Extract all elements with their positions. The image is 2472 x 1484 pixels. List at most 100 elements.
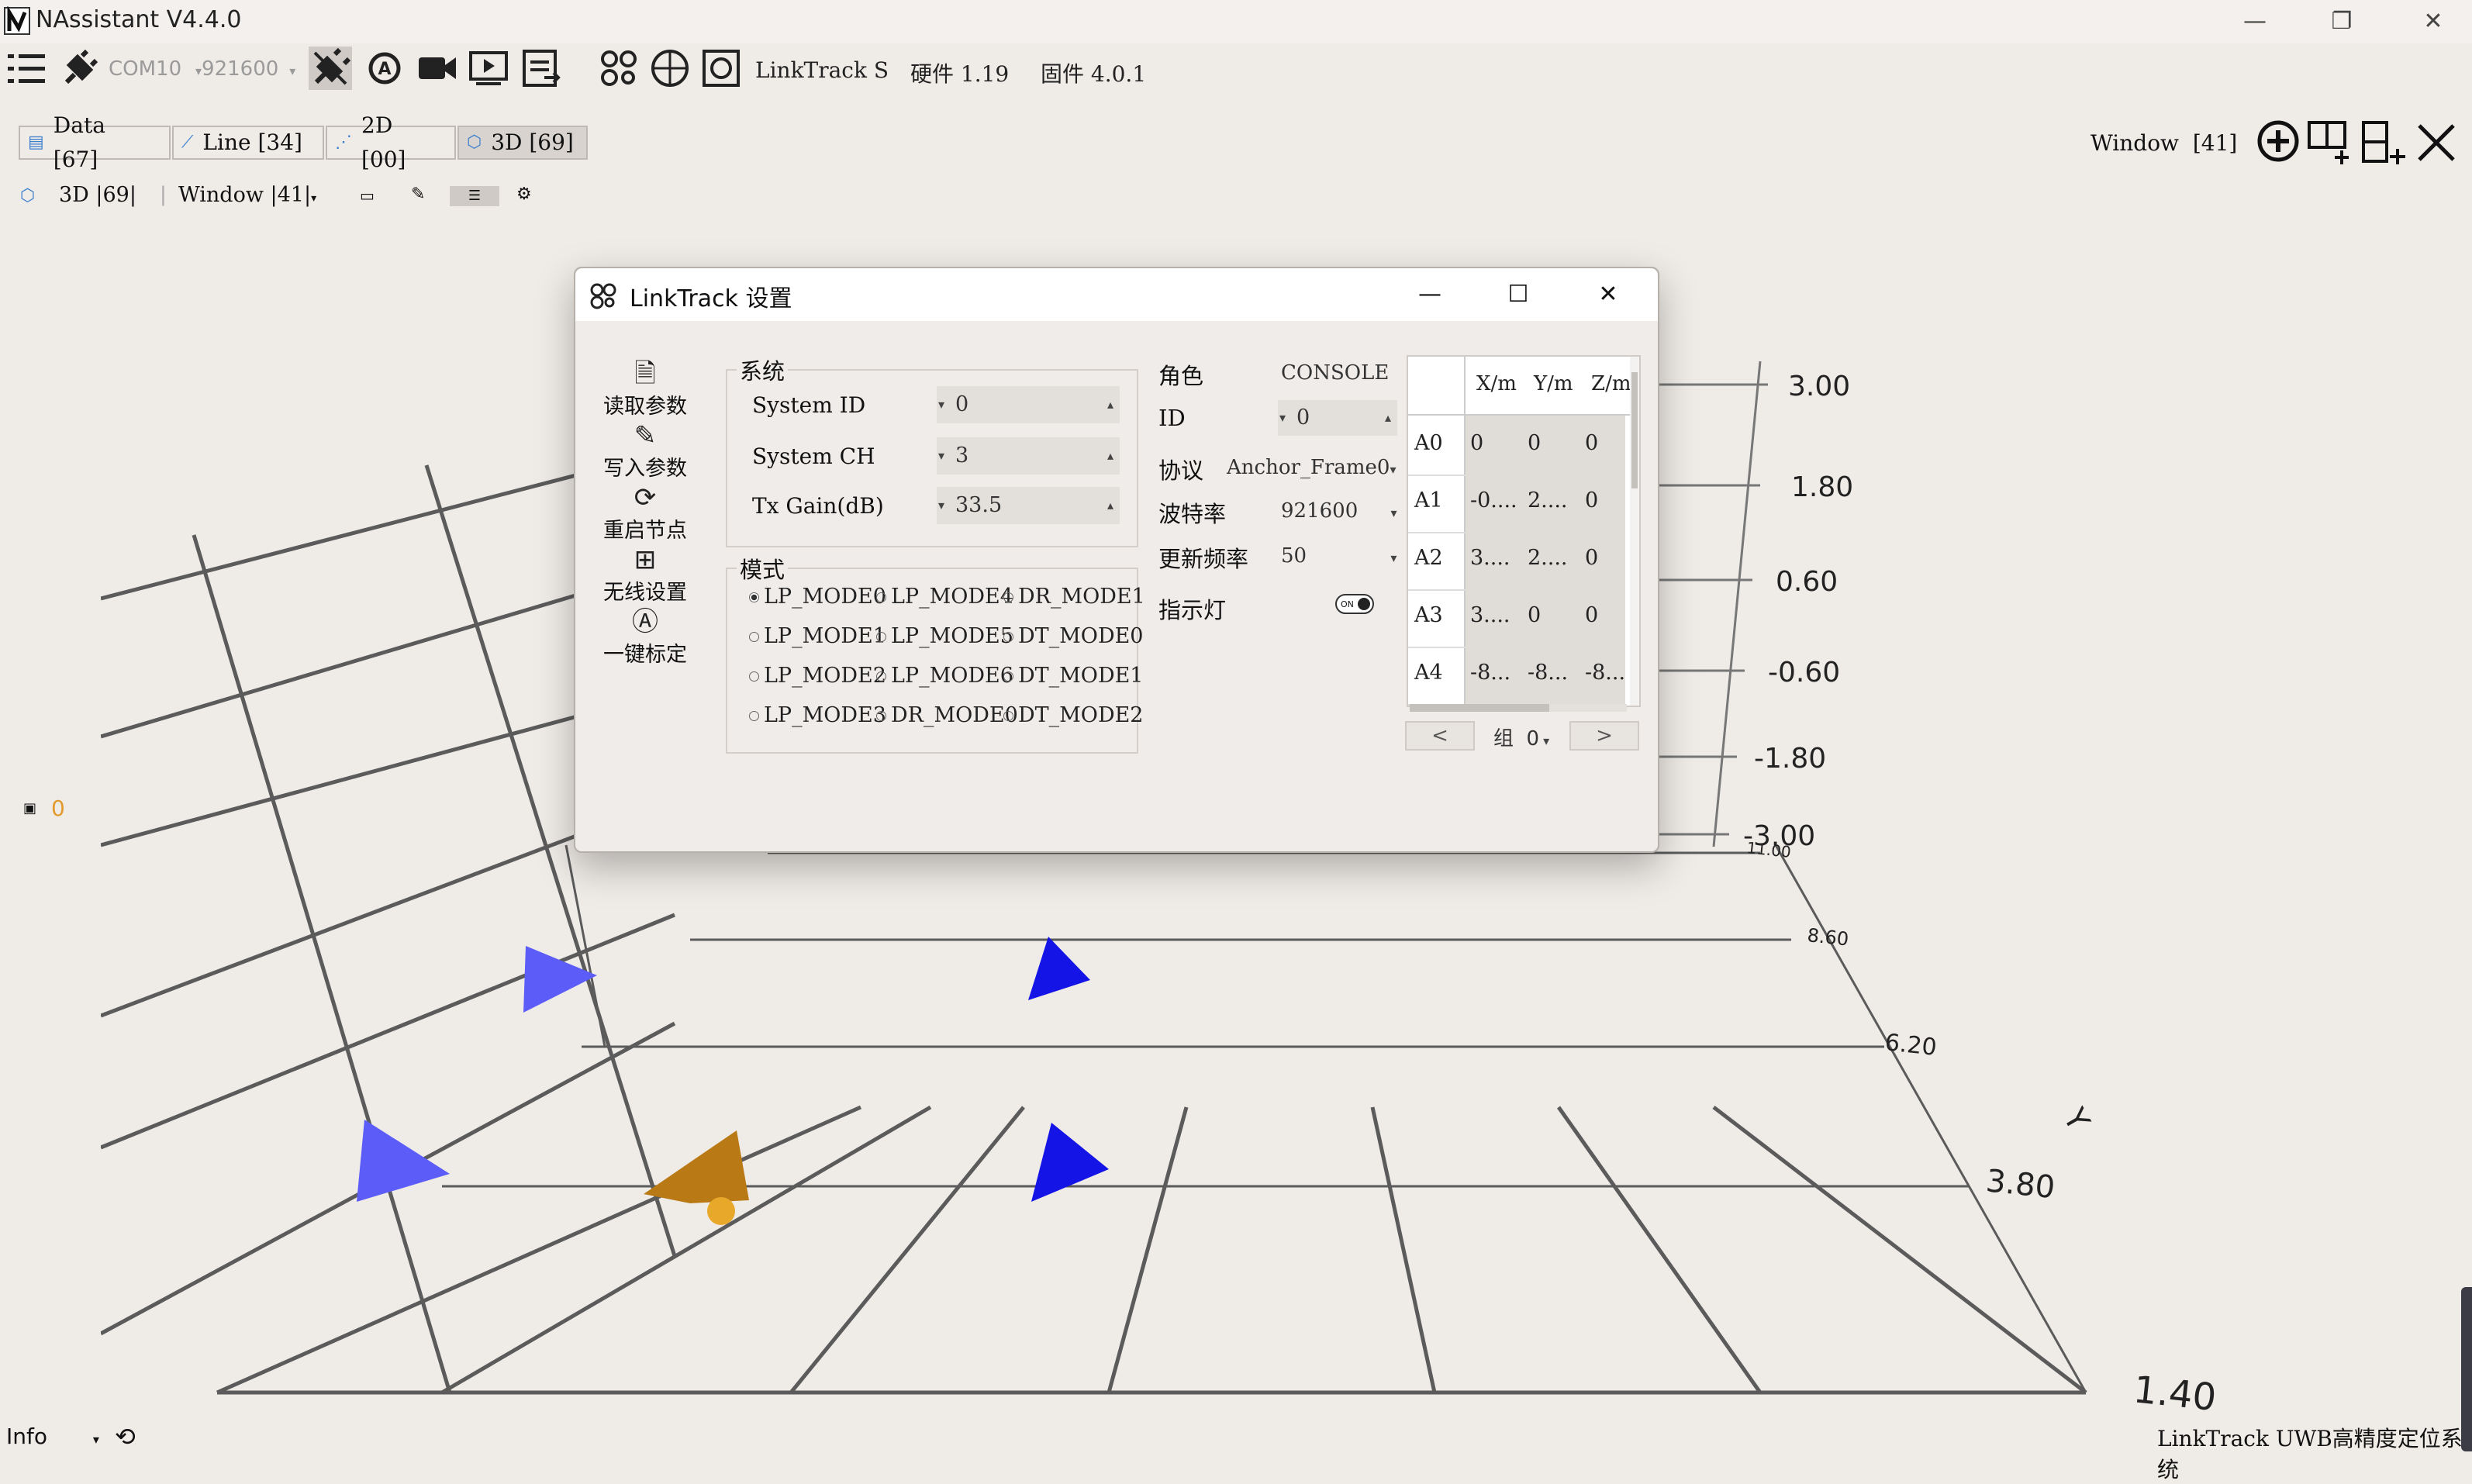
one-key-calibrate-button[interactable]: Ⓐ 一键标定 [591, 606, 699, 668]
update-rate-label: 更新频率 [1158, 546, 1249, 572]
tx-gain-label: Tx Gain(dB) [752, 493, 884, 519]
anchor-table[interactable]: X/m Y/m Z/m A0 0 0 0 A1 -0.... 2.... 0 A2 3.... 2.… [1407, 355, 1641, 707]
dialog-close-button[interactable]: ✕ [1585, 278, 1631, 312]
baud-value: 921600 [202, 57, 279, 81]
side-label: 重启节点 [603, 519, 687, 543]
add-window-icon[interactable] [2256, 119, 2300, 163]
anchor-marker[interactable] [1031, 1123, 1109, 1202]
list-icon[interactable]: ☰ [450, 186, 499, 206]
gear-icon[interactable]: ⚙ [516, 185, 532, 204]
mode-radio[interactable]: LP_MODE2 [749, 664, 886, 688]
mode-radio[interactable]: LP_MODE4 [876, 585, 1013, 609]
legend-marker[interactable]: ▣ [23, 800, 36, 816]
protocol-select[interactable]: Anchor_Frame0▾ [1227, 456, 1397, 479]
tab-data[interactable]: ▤ Data [67] [19, 112, 171, 172]
video-icon[interactable] [416, 47, 459, 90]
write-params-button[interactable]: ✎ 写入参数 [591, 420, 699, 481]
next-group-button[interactable]: > [1569, 721, 1639, 751]
mode-option: DT_MODE1 [1018, 664, 1144, 688]
col-header-z: Z/m [1591, 372, 1631, 395]
plugin-icon[interactable] [57, 47, 101, 90]
cube-icon: ⬡ [20, 186, 36, 205]
minimize-button[interactable]: — [2232, 5, 2278, 39]
settings-grid-icon[interactable] [597, 47, 640, 90]
baud-select[interactable]: ▾921600 ▾ [195, 57, 295, 81]
system-id-value: 0 [955, 392, 969, 416]
y-tick-labels: 11.00 8.60 6.20 3.80 1.40 [1745, 838, 2218, 1411]
mode-radio[interactable]: LP_MODE0 [749, 585, 886, 609]
role-value: CONSOLE [1281, 361, 1390, 385]
port-select[interactable]: COM10 [109, 57, 181, 81]
dialog-title: LinkTrack 设置 [630, 285, 792, 312]
tx-gain-spinbox[interactable]: ▾ 33.5 ▴ [937, 487, 1120, 524]
image-icon[interactable]: ▭ [360, 186, 375, 205]
log-level-select[interactable]: Info ▾ [6, 1424, 99, 1449]
menu-icon[interactable] [5, 47, 48, 90]
mode-radio[interactable]: LP_MODE3 [749, 703, 886, 727]
anchor-marker[interactable] [1028, 937, 1090, 1000]
auto-refresh-icon[interactable]: A [363, 47, 406, 90]
split-vertical-icon[interactable] [2360, 119, 2407, 166]
tab-label: Line [34] [202, 129, 302, 155]
restore-button[interactable]: ❐ [2318, 5, 2365, 39]
window-select[interactable]: Window |41|▾ [178, 183, 316, 207]
system-id-label: System ID [752, 392, 866, 418]
connect-icon[interactable] [309, 47, 352, 90]
export-icon[interactable] [520, 47, 563, 90]
mode-option: LP_MODE3 [764, 703, 886, 727]
close-window-icon[interactable] [2415, 121, 2458, 164]
split-horizontal-icon[interactable] [2306, 119, 2353, 166]
prev-group-button[interactable]: < [1405, 721, 1475, 751]
anchor-marker[interactable] [357, 1120, 450, 1202]
brush-icon[interactable]: ✎ [411, 185, 425, 204]
mode-radio[interactable]: DR_MODE0 [876, 703, 1018, 727]
mode-radio[interactable]: LP_MODE5 [876, 624, 1013, 648]
restart-node-button[interactable]: ⟳ 重启节点 [591, 482, 699, 544]
settings-grid-icon [589, 282, 617, 310]
write-params-icon: ✎ [634, 420, 657, 451]
role-select[interactable]: CONSOLE ▾ [1281, 361, 1416, 385]
cell-z: 0 [1585, 603, 1599, 627]
tab-3d[interactable]: ⬡ 3D [69] [457, 126, 588, 160]
device-config-icon[interactable] [699, 47, 743, 90]
mode-radio[interactable]: DT_MODE0 [1003, 624, 1143, 648]
mode-option: LP_MODE5 [891, 624, 1013, 648]
role-label: 角色 [1158, 363, 1204, 389]
mode-radio[interactable]: DT_MODE1 [1003, 664, 1143, 688]
id-spinbox[interactable]: ▾ 0 ▴ [1278, 400, 1397, 436]
baud-rate-select[interactable]: 921600 ▾ [1281, 499, 1397, 523]
anchor-marker[interactable] [523, 946, 597, 1013]
side-handle[interactable] [2461, 1287, 2472, 1451]
system-ch-spinbox[interactable]: ▾ 3 ▴ [937, 437, 1120, 475]
mode-radio[interactable]: LP_MODE1 [749, 624, 886, 648]
app-logo-icon [3, 5, 31, 36]
playback-icon[interactable] [467, 47, 510, 90]
window-count-label: Window [41] [2090, 130, 2237, 156]
tx-gain-value: 33.5 [955, 493, 1003, 517]
wireless-settings-button[interactable]: ⊞ 无线设置 [591, 544, 699, 606]
row-header: A2 [1414, 546, 1443, 570]
mode-option: LP_MODE0 [764, 585, 886, 609]
side-label: 一键标定 [603, 643, 687, 667]
table-scrollbar[interactable] [1630, 357, 1639, 706]
calibration-icon[interactable] [648, 47, 692, 90]
system-group-title: 系统 [737, 354, 789, 386]
tab-2d[interactable]: ⋰ 2D [00] [326, 112, 456, 172]
update-rate-select[interactable]: 50 ▾ [1281, 544, 1397, 568]
system-id-spinbox[interactable]: ▾ 0 ▴ [937, 386, 1120, 423]
tab-line[interactable]: ⟋ Line [34] [172, 126, 324, 160]
history-icon[interactable]: ⟲ [115, 1422, 136, 1451]
mode-radio[interactable]: DT_MODE2 [1003, 703, 1143, 727]
led-toggle[interactable]: ON [1335, 594, 1374, 614]
read-params-button[interactable]: 🗎 读取参数 [591, 358, 699, 419]
close-button[interactable]: ✕ [2410, 5, 2456, 39]
mode-radio[interactable]: LP_MODE6 [876, 664, 1013, 688]
table-hscrollbar[interactable] [1410, 704, 1627, 712]
cell-x: 0 [1470, 431, 1484, 455]
mode-radio[interactable]: DR_MODE1 [1003, 585, 1145, 609]
group-select[interactable]: 组 0 ▾ [1493, 723, 1549, 751]
view-label[interactable]: 3D |69| [59, 183, 136, 207]
dialog-maximize-button[interactable]: ☐ [1495, 278, 1542, 312]
dialog-minimize-button[interactable]: — [1407, 278, 1453, 312]
cell-y: 0 [1528, 603, 1542, 627]
